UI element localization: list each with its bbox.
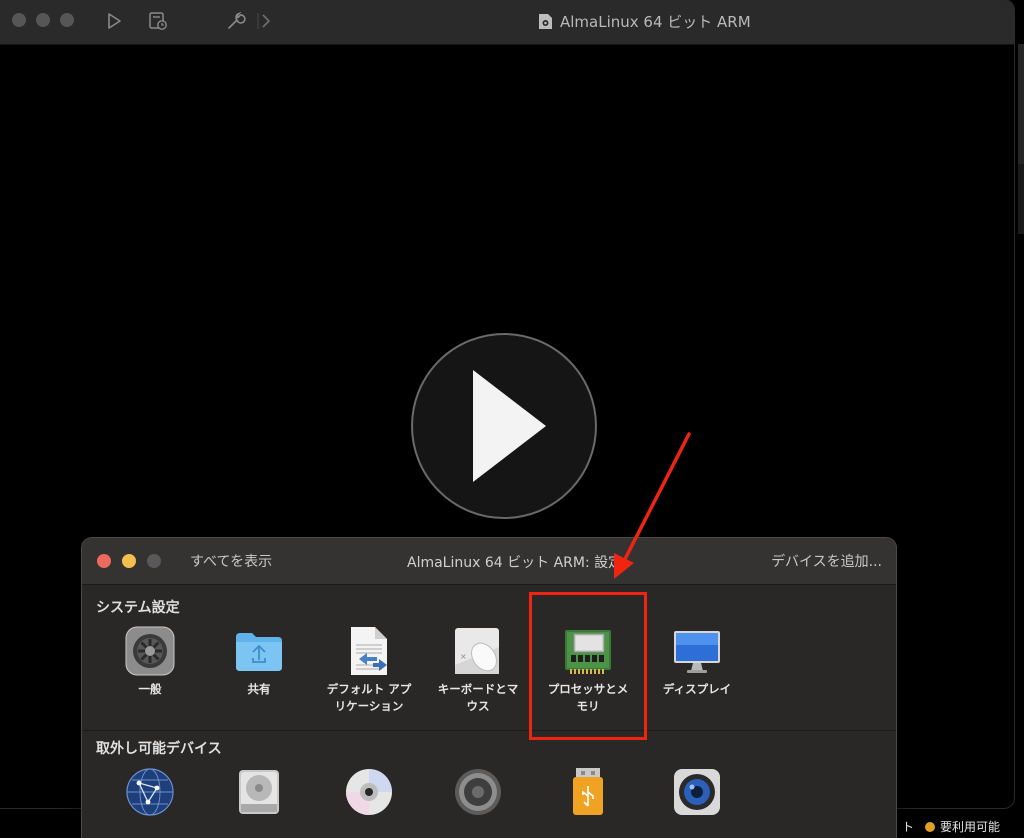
annotation-arrow [614,432,691,579]
background-text-fragment: ト [902,820,915,834]
status-dot-icon [925,822,935,832]
background-status-text: 要利用可能 [940,820,1001,834]
